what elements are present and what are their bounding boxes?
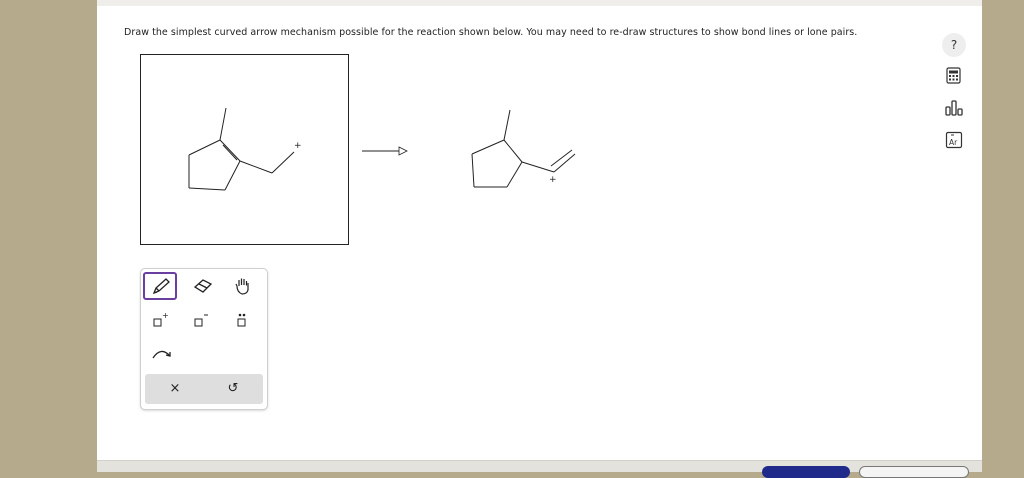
curved-arrow-tool-button[interactable] [145,342,179,370]
pencil-tool-button[interactable] [143,272,177,300]
positive-charge-tool-button[interactable]: + [145,309,179,337]
svg-text:+: + [162,311,169,320]
product-structure [471,109,576,188]
lone-pair-icon [237,313,246,327]
palette-action-bar: × ↺ [145,374,263,404]
question-prompt: Draw the simplest curved arrow mechanism… [124,27,858,38]
negative-charge-tool-button[interactable] [186,309,220,337]
top-strip [97,0,982,6]
product-area: + [347,54,597,244]
clear-button[interactable]: × [155,374,195,404]
lone-pair-tool-button[interactable] [227,309,261,337]
pencil-icon [152,278,170,295]
element-symbol: Ar [949,138,958,147]
question-panel: Draw the simplest curved arrow mechanism… [97,0,982,478]
hand-icon [235,278,249,295]
reaction-arrow [362,146,408,156]
calculator-icon[interactable] [945,67,963,85]
element-table-icon[interactable]: Ar [945,131,963,149]
eraser-tool-button[interactable] [186,274,220,302]
submit-button[interactable] [762,466,850,478]
tool-palette: + × ↺ [140,268,268,410]
positive-charge-icon: + [153,311,169,327]
undo-button[interactable]: ↺ [213,374,253,404]
secondary-button[interactable] [859,466,969,478]
hand-tool-button[interactable] [227,274,261,302]
eraser-icon [193,279,213,293]
product-charge: + [549,175,557,185]
help-button[interactable]: ? [942,33,966,57]
curved-arrow-icon [152,350,171,359]
drawing-canvas[interactable]: + [140,54,349,245]
reactant-charge: + [294,141,302,151]
negative-charge-icon [194,314,208,327]
periodic-chart-icon[interactable] [945,99,963,117]
reactant-structure: + [188,107,302,191]
